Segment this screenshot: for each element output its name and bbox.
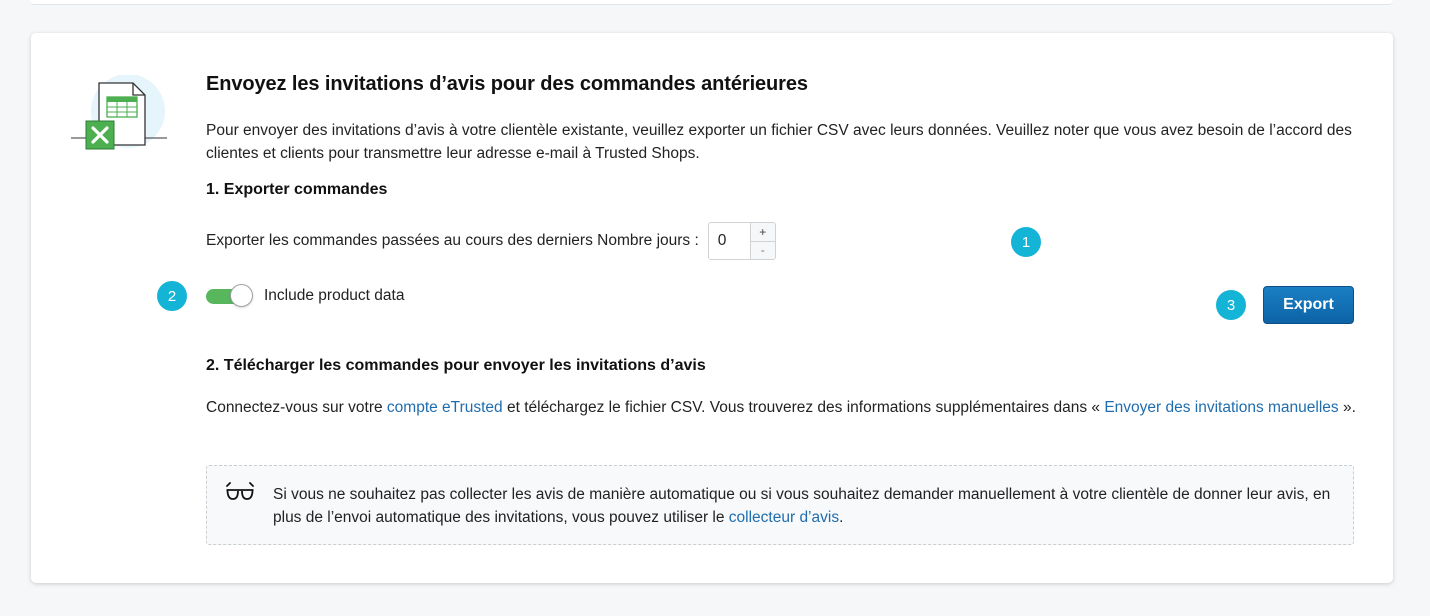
include-product-data-toggle[interactable] bbox=[206, 284, 253, 308]
intro-text: Pour envoyer des invitations d’avis à vo… bbox=[206, 122, 1352, 162]
days-label: Exporter les commandes passées au cours … bbox=[206, 232, 699, 249]
review-collector-link[interactable]: collecteur d’avis bbox=[729, 509, 839, 526]
export-button[interactable]: Export bbox=[1263, 286, 1354, 324]
past-orders-invitations-card: Envoyez les invitations d’avis pour des … bbox=[31, 33, 1393, 583]
step-badge-2: 2 bbox=[157, 281, 187, 311]
include-product-data-row: Include product data bbox=[206, 283, 404, 309]
step-badge-3: 3 bbox=[1216, 290, 1246, 320]
info-text-after: . bbox=[839, 509, 844, 526]
glasses-icon bbox=[226, 482, 254, 500]
excel-spreadsheet-icon bbox=[71, 75, 167, 150]
step-badge-1: 1 bbox=[1011, 227, 1041, 257]
manual-invitations-link[interactable]: Envoyer des invitations manuelles bbox=[1104, 399, 1338, 416]
info-box: Si vous ne souhaitez pas collecter les a… bbox=[206, 465, 1354, 545]
download-text-after: ». bbox=[1338, 399, 1356, 416]
etrusted-account-link[interactable]: compte eTrusted bbox=[387, 399, 503, 416]
increment-button[interactable]: + bbox=[750, 223, 775, 241]
page-title: Envoyez les invitations d’avis pour des … bbox=[206, 73, 808, 95]
days-row: Exporter les commandes passées au cours … bbox=[206, 221, 776, 261]
export-section-heading: 1. Exporter commandes bbox=[206, 181, 388, 198]
days-stepper: + - bbox=[707, 222, 776, 260]
info-text: Si vous ne souhaitez pas collecter les a… bbox=[273, 483, 1343, 529]
previous-card-edge bbox=[30, 0, 1393, 5]
download-text-before: Connectez-vous sur votre bbox=[206, 399, 387, 416]
decrement-button[interactable]: - bbox=[750, 240, 775, 259]
toggle-label: Include product data bbox=[264, 287, 405, 304]
days-input[interactable] bbox=[708, 223, 750, 259]
toggle-knob bbox=[230, 284, 253, 307]
download-section-heading: 2. Télécharger les commandes pour envoye… bbox=[206, 357, 706, 374]
download-instructions: Connectez-vous sur votre compte eTrusted… bbox=[206, 396, 1356, 419]
download-text-middle: et téléchargez le fichier CSV. Vous trou… bbox=[502, 399, 1105, 416]
stepper-buttons: + - bbox=[749, 223, 775, 259]
